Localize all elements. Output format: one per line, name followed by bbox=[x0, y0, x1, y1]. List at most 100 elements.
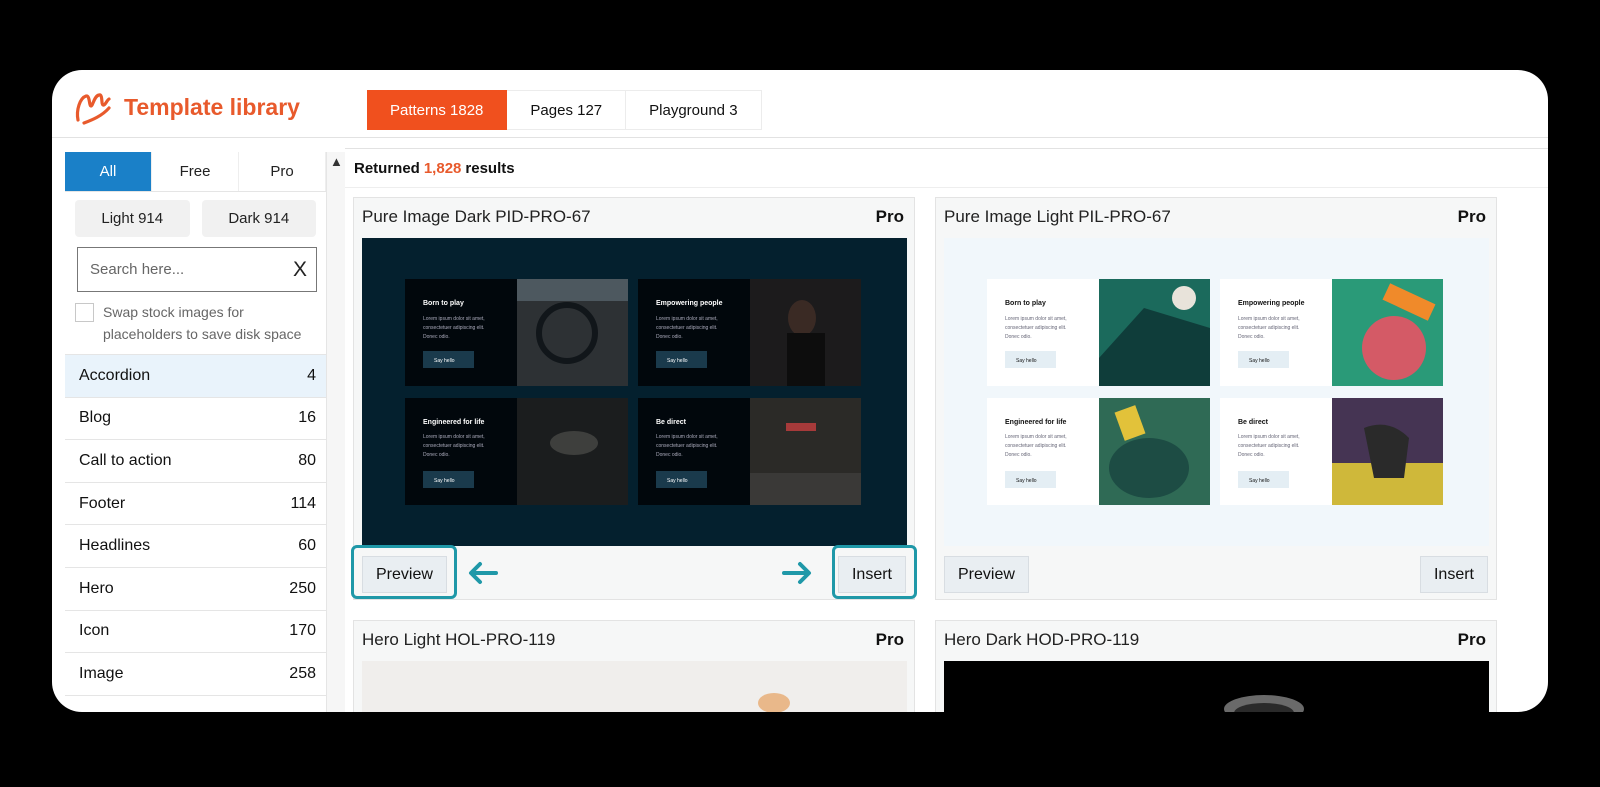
tile-button: Say hello bbox=[1016, 358, 1037, 364]
tile-button: Say hello bbox=[1016, 478, 1037, 484]
header: Template library Patterns 1828 Pages 127… bbox=[52, 70, 1548, 138]
category-count: 114 bbox=[290, 494, 316, 512]
tile-heading: Empowering people bbox=[656, 300, 723, 307]
tile-button: Say hello bbox=[667, 478, 688, 484]
dark-theme-button[interactable]: Dark 914 bbox=[201, 200, 316, 237]
tile-button: Say hello bbox=[667, 358, 688, 364]
svg-text:Lorem ipsum dolor sit amet,: Lorem ipsum dolor sit amet, bbox=[423, 316, 485, 322]
card-title: Hero Light HOL-PRO-119 bbox=[362, 630, 556, 649]
svg-text:consectetuer adipiscing elit.: consectetuer adipiscing elit. bbox=[1005, 325, 1066, 331]
category-item-hero[interactable]: Hero 250 bbox=[65, 568, 326, 611]
results-summary: Returned 1,828 results bbox=[345, 148, 1548, 188]
pro-badge: Pro bbox=[875, 207, 904, 226]
tab-patterns[interactable]: Patterns 1828 bbox=[367, 90, 508, 130]
category-item-headlines[interactable]: Headlines 60 bbox=[65, 525, 326, 568]
svg-text:Donec odio.: Donec odio. bbox=[656, 452, 683, 458]
svg-text:Lorem ipsum dolor sit amet,: Lorem ipsum dolor sit amet, bbox=[656, 434, 718, 440]
svg-text:Lorem ipsum dolor sit amet,: Lorem ipsum dolor sit amet, bbox=[1005, 434, 1067, 440]
category-name: Image bbox=[79, 664, 124, 682]
svg-text:consectetuer adipiscing elit.: consectetuer adipiscing elit. bbox=[1238, 325, 1299, 331]
card-preview-image: Born to play Lorem ipsum dolor sit amet,… bbox=[362, 238, 907, 546]
category-count: 250 bbox=[289, 579, 316, 597]
tile-heading: Born to play bbox=[423, 300, 464, 307]
tile-heading: Born to play bbox=[1005, 300, 1046, 307]
clear-search-icon[interactable]: X bbox=[293, 258, 307, 282]
template-library-window: Template library Patterns 1828 Pages 127… bbox=[52, 70, 1548, 712]
sidebar: All Free Pro Light 914 Dark 914 X Swap s… bbox=[65, 152, 327, 712]
filter-pro[interactable]: Pro bbox=[239, 152, 326, 191]
category-item-call-to-action[interactable]: Call to action 80 bbox=[65, 440, 326, 483]
svg-text:Donec odio.: Donec odio. bbox=[1238, 334, 1265, 340]
card-title: Hero Dark HOD-PRO-119 bbox=[944, 630, 1140, 649]
pattern-tabs: Patterns 1828 Pages 127 Playground 3 bbox=[367, 90, 762, 130]
svg-text:Donec odio.: Donec odio. bbox=[1238, 452, 1265, 458]
card-preview-image bbox=[944, 661, 1489, 712]
pro-badge: Pro bbox=[1457, 630, 1486, 649]
card-title: Pure Image Light PIL-PRO-67 bbox=[944, 207, 1171, 226]
tile-button: Say hello bbox=[1249, 478, 1270, 484]
scroll-up-icon[interactable]: ▲ bbox=[330, 154, 343, 169]
arrow-left-icon bbox=[469, 562, 498, 584]
category-name: Hero bbox=[79, 579, 114, 597]
category-count: 60 bbox=[298, 537, 316, 555]
swap-images-checkbox[interactable] bbox=[75, 303, 94, 322]
pro-badge: Pro bbox=[1457, 207, 1486, 226]
tile-heading: Empowering people bbox=[1238, 300, 1305, 307]
preview-button[interactable]: Preview bbox=[944, 556, 1029, 593]
svg-text:Lorem ipsum dolor sit amet,: Lorem ipsum dolor sit amet, bbox=[1005, 316, 1067, 322]
card-preview-image: Born to play Lorem ipsum dolor sit amet,… bbox=[944, 238, 1489, 546]
tile-heading: Engineered for life bbox=[1005, 419, 1067, 426]
svg-text:consectetuer adipiscing elit.: consectetuer adipiscing elit. bbox=[423, 443, 484, 449]
pattern-card-pure-image-light: Pure Image Light PIL-PRO-67 Pro Born to … bbox=[935, 197, 1497, 600]
search-input[interactable] bbox=[78, 248, 278, 291]
tile-button: Say hello bbox=[1249, 358, 1270, 364]
svg-text:consectetuer adipiscing elit.: consectetuer adipiscing elit. bbox=[656, 443, 717, 449]
app-title: Template library bbox=[124, 94, 300, 120]
card-preview-image bbox=[362, 661, 907, 712]
swap-images-option: Swap stock images for placeholders to sa… bbox=[75, 301, 326, 345]
sidebar-scrollbar[interactable]: ▲ bbox=[327, 152, 345, 712]
svg-text:Donec odio.: Donec odio. bbox=[423, 334, 450, 340]
category-name: Footer bbox=[79, 494, 126, 512]
preview-highlight bbox=[351, 545, 457, 599]
svg-text:Lorem ipsum dolor sit amet,: Lorem ipsum dolor sit amet, bbox=[1238, 316, 1300, 322]
tile-button: Say hello bbox=[434, 478, 455, 484]
arrow-right-icon bbox=[782, 562, 811, 584]
insert-button[interactable]: Insert bbox=[1419, 556, 1488, 593]
filter-free[interactable]: Free bbox=[152, 152, 239, 191]
svg-text:consectetuer adipiscing elit.: consectetuer adipiscing elit. bbox=[423, 325, 484, 331]
category-list: Accordion 4 Blog 16 Call to action 80 Fo… bbox=[65, 354, 326, 696]
tile-heading: Be direct bbox=[656, 419, 687, 426]
category-item-accordion[interactable]: Accordion 4 bbox=[65, 355, 326, 398]
tab-pages[interactable]: Pages 127 bbox=[507, 90, 627, 130]
category-name: Icon bbox=[79, 622, 110, 640]
category-name: Blog bbox=[79, 409, 112, 427]
category-count: 170 bbox=[289, 622, 316, 640]
category-item-image[interactable]: Image 258 bbox=[65, 653, 326, 696]
svg-text:Donec odio.: Donec odio. bbox=[423, 452, 450, 458]
theme-filter: Light 914 Dark 914 bbox=[65, 192, 326, 237]
svg-text:Lorem ipsum dolor sit amet,: Lorem ipsum dolor sit amet, bbox=[423, 434, 485, 440]
svg-text:consectetuer adipiscing elit.: consectetuer adipiscing elit. bbox=[656, 325, 717, 331]
category-item-icon[interactable]: Icon 170 bbox=[65, 611, 326, 654]
pattern-card-pure-image-dark: Pure Image Dark PID-PRO-67 Pro Born to p… bbox=[353, 197, 915, 600]
svg-text:consectetuer adipiscing elit.: consectetuer adipiscing elit. bbox=[1005, 443, 1066, 449]
category-item-footer[interactable]: Footer 114 bbox=[65, 483, 326, 526]
pattern-card-hero-dark: Hero Dark HOD-PRO-119 Pro bbox=[935, 620, 1497, 712]
svg-text:Donec odio.: Donec odio. bbox=[656, 334, 683, 340]
svg-text:Donec odio.: Donec odio. bbox=[1005, 334, 1032, 340]
insert-highlight bbox=[832, 545, 917, 599]
category-name: Accordion bbox=[79, 366, 151, 384]
license-filter: All Free Pro bbox=[65, 152, 326, 192]
results-count: 1,828 bbox=[423, 159, 462, 177]
pro-badge: Pro bbox=[875, 630, 904, 649]
category-item-blog[interactable]: Blog 16 bbox=[65, 398, 326, 441]
tab-playground[interactable]: Playground 3 bbox=[626, 90, 762, 130]
swap-images-label: Swap stock images for placeholders to sa… bbox=[103, 304, 302, 342]
category-count: 4 bbox=[307, 366, 316, 384]
tile-heading: Engineered for life bbox=[423, 419, 485, 426]
svg-text:Donec odio.: Donec odio. bbox=[1005, 452, 1032, 458]
filter-all[interactable]: All bbox=[65, 152, 152, 191]
light-theme-button[interactable]: Light 914 bbox=[75, 200, 190, 237]
svg-text:Lorem ipsum dolor sit amet,: Lorem ipsum dolor sit amet, bbox=[1238, 434, 1300, 440]
